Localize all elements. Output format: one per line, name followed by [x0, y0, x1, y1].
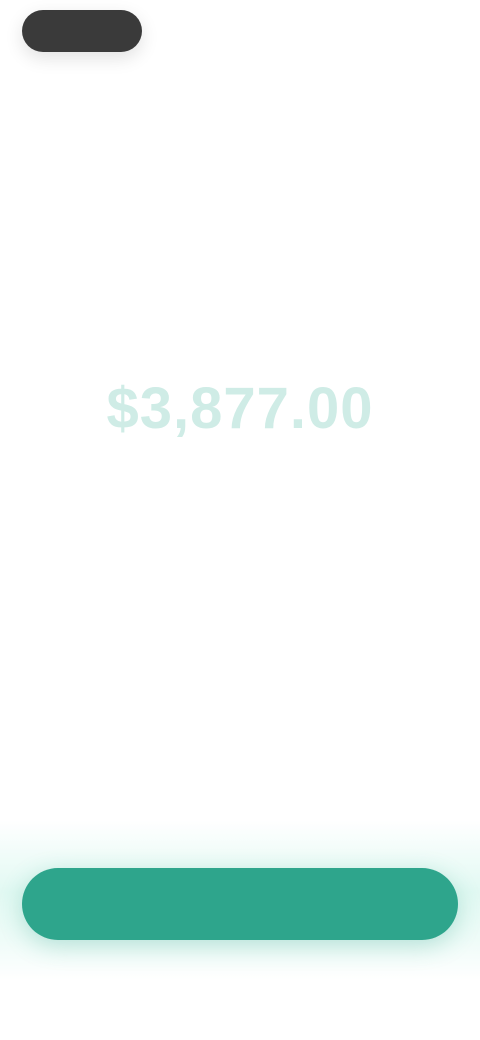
screen: $3,877.00 [0, 0, 480, 1040]
top-pill-button[interactable] [22, 10, 142, 52]
primary-button[interactable] [22, 868, 458, 940]
balance-amount: $3,877.00 [106, 376, 374, 441]
